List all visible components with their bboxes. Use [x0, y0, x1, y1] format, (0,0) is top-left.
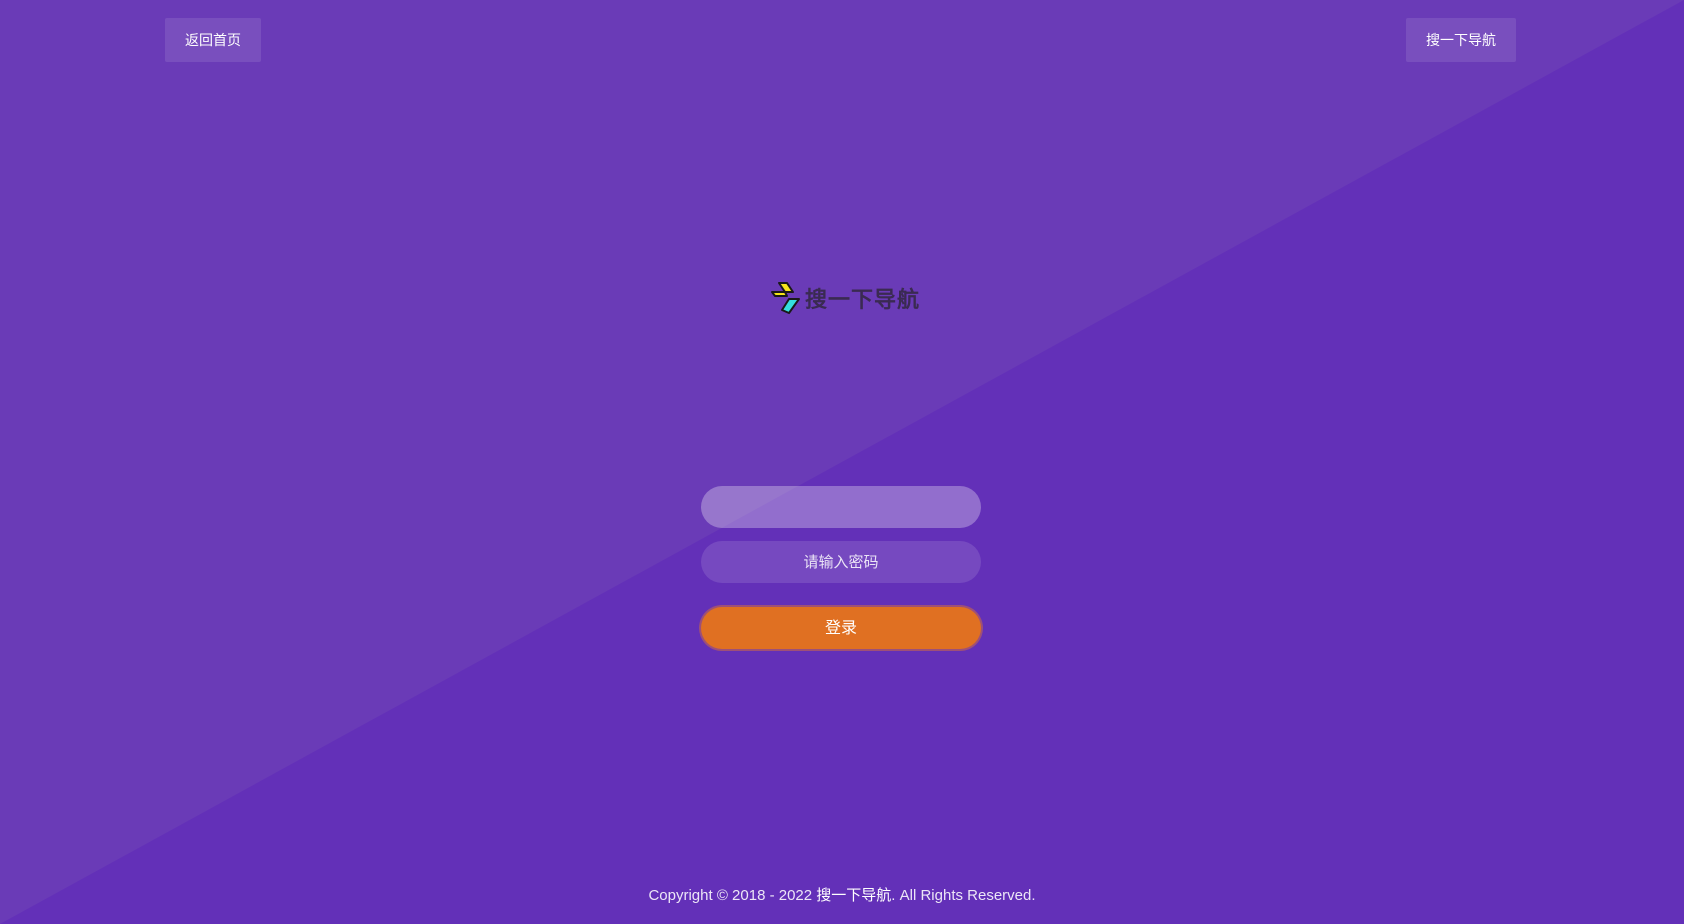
- copyright-prefix: Copyright © 2018 - 2022: [648, 887, 817, 904]
- copyright-suffix: . All Rights Reserved.: [891, 887, 1036, 904]
- home-button[interactable]: 返回首页: [165, 18, 261, 62]
- background-diagonal: [0, 0, 1684, 924]
- site-logo: 搜一下导航: [767, 278, 920, 318]
- logo-text: 搜一下导航: [805, 287, 921, 313]
- lightning-bolt-logo-icon: [771, 282, 800, 314]
- site-nav-button[interactable]: 搜一下导航: [1406, 18, 1516, 62]
- login-button[interactable]: 登录: [701, 607, 981, 649]
- footer-copyright: Copyright © 2018 - 2022 搜一下导航. All Right…: [0, 884, 1684, 905]
- username-input[interactable]: [701, 486, 981, 528]
- login-form: 登录: [701, 486, 981, 649]
- footer-site-link[interactable]: 搜一下导航: [816, 887, 891, 904]
- password-input[interactable]: [701, 541, 981, 583]
